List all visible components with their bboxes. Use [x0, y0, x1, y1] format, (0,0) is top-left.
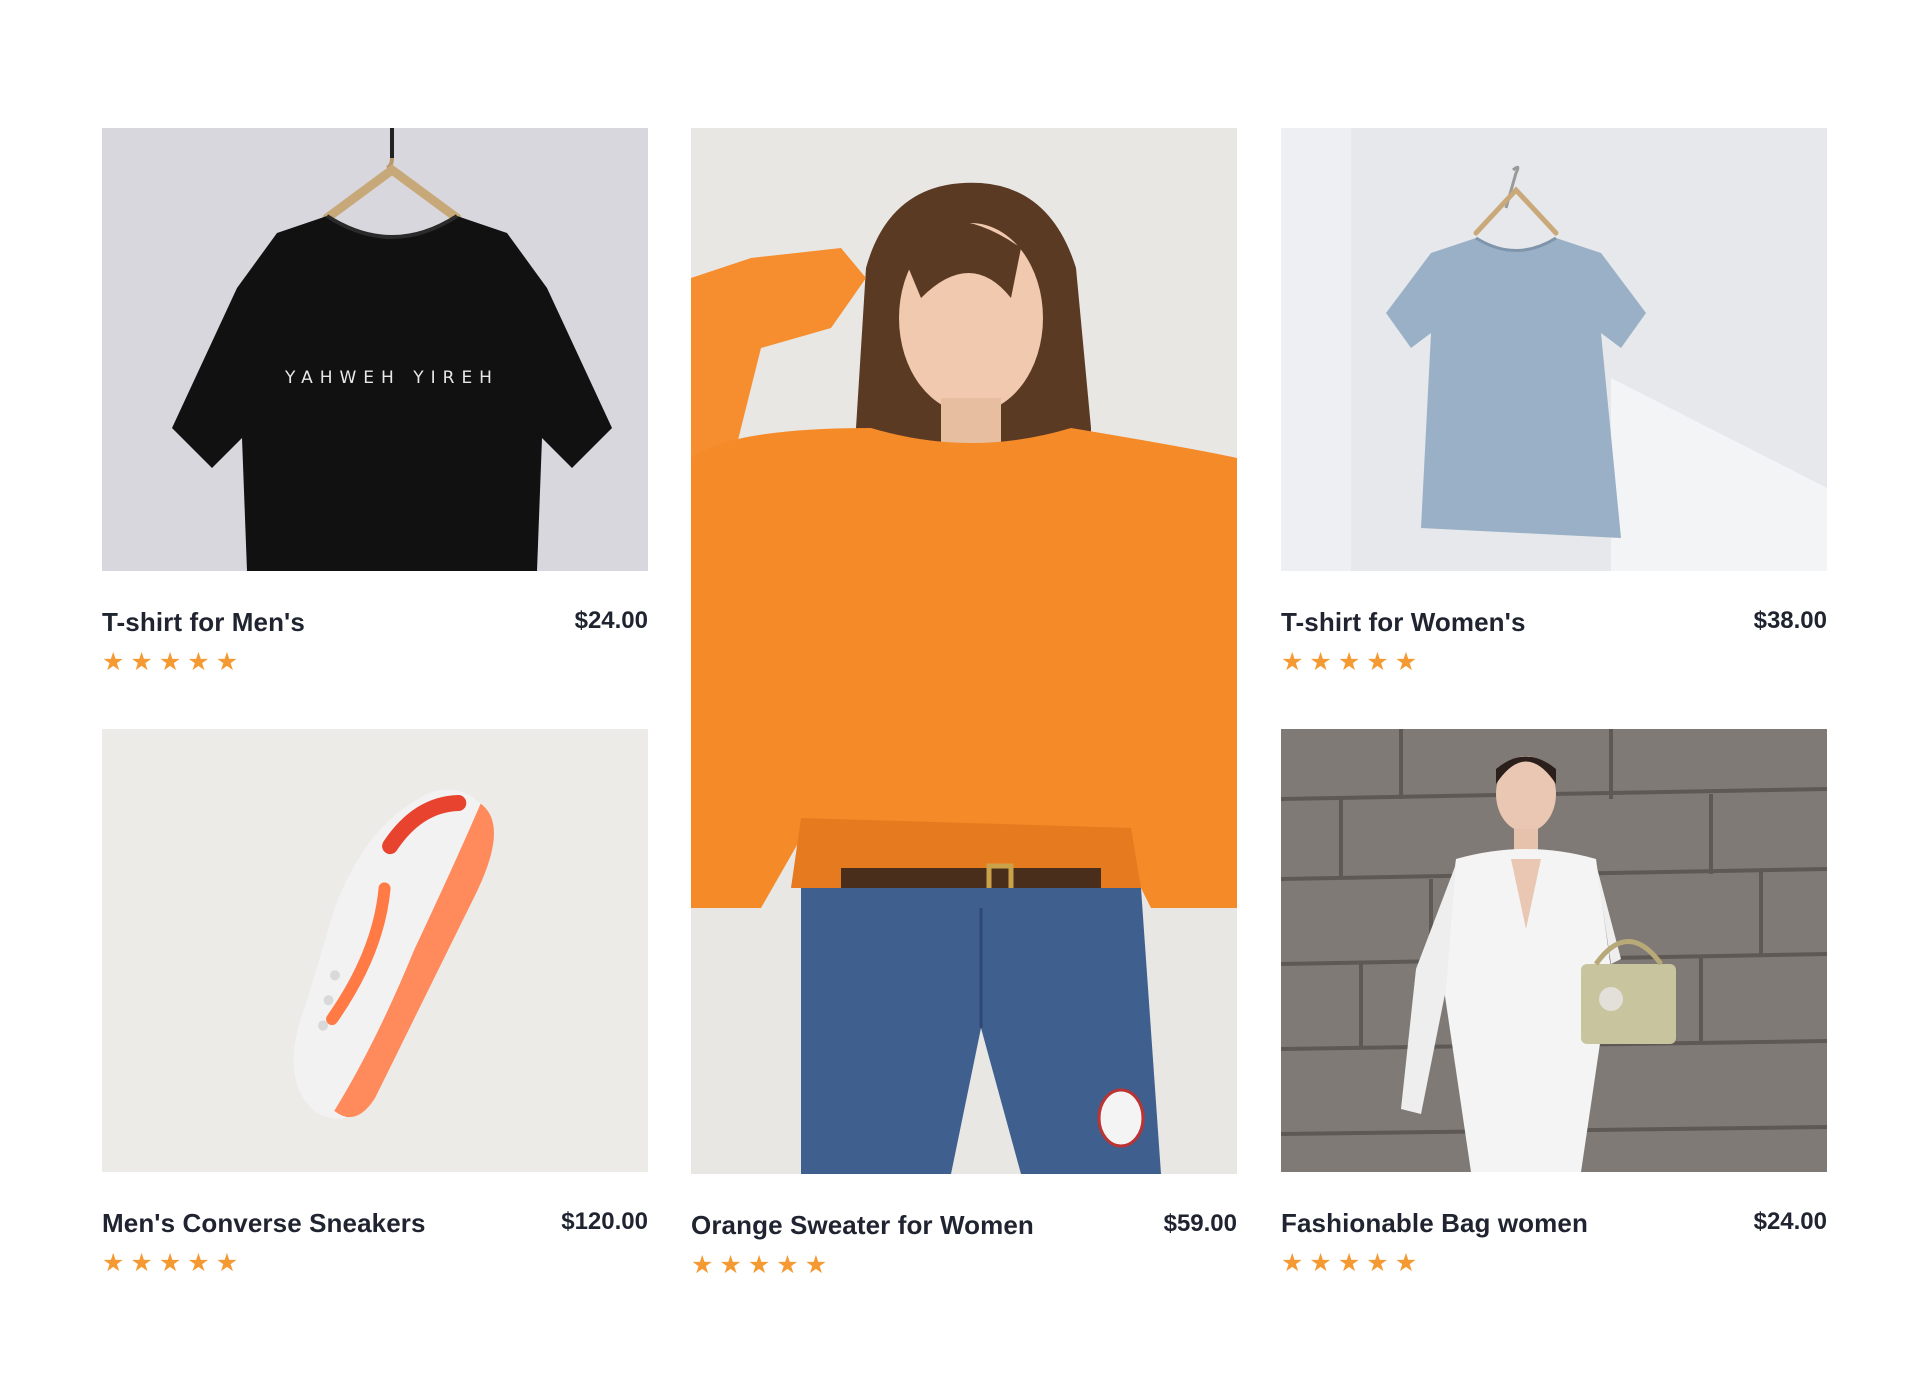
product-image[interactable] — [102, 729, 648, 1172]
star-icon: ★ — [130, 648, 153, 676]
product-card[interactable]: YAHWEH YIREH T-shirt for Men's $24.00 ★ … — [102, 128, 648, 675]
product-price: $59.00 — [1163, 1210, 1237, 1237]
star-icon: ★ — [719, 1251, 742, 1279]
product-price: $120.00 — [561, 1208, 648, 1235]
star-icon: ★ — [1337, 1249, 1361, 1277]
product-image[interactable] — [691, 128, 1237, 1174]
product-price: $38.00 — [1753, 607, 1827, 634]
tshirt-print-text: YAHWEH YIREH — [284, 368, 499, 388]
product-name[interactable]: Orange Sweater for Women — [691, 1210, 1034, 1241]
star-icon: ★ — [1309, 1249, 1332, 1277]
star-icon: ★ — [1394, 1249, 1418, 1277]
product-image[interactable] — [1281, 729, 1827, 1172]
product-name[interactable]: Fashionable Bag women — [1281, 1208, 1588, 1239]
product-card[interactable]: T-shirt for Women's $38.00 ★ ★ ★ ★ ★ — [1281, 128, 1827, 675]
star-icon: ★ — [215, 1249, 239, 1277]
product-name[interactable]: T-shirt for Women's — [1281, 607, 1526, 638]
star-icon: ★ — [691, 1251, 714, 1279]
star-icon: ★ — [1394, 648, 1418, 676]
star-rating: ★ ★ ★ ★ ★ — [102, 1251, 648, 1276]
product-image[interactable]: YAHWEH YIREH — [102, 128, 648, 571]
star-icon: ★ — [130, 1249, 153, 1277]
product-card[interactable]: Fashionable Bag women $24.00 ★ ★ ★ ★ ★ — [1281, 729, 1827, 1276]
product-card[interactable]: Men's Converse Sneakers $120.00 ★ ★ ★ ★ … — [102, 729, 648, 1276]
product-price: $24.00 — [574, 607, 648, 634]
star-icon: ★ — [158, 1249, 182, 1277]
product-price: $24.00 — [1753, 1208, 1827, 1235]
star-icon: ★ — [1366, 1249, 1389, 1277]
star-icon: ★ — [102, 648, 125, 676]
star-rating: ★ ★ ★ ★ ★ — [691, 1253, 1237, 1278]
star-icon: ★ — [215, 648, 239, 676]
star-icon: ★ — [1337, 648, 1361, 676]
star-icon: ★ — [804, 1251, 828, 1279]
star-icon: ★ — [102, 1249, 125, 1277]
star-icon: ★ — [1366, 648, 1389, 676]
star-icon: ★ — [158, 648, 182, 676]
star-icon: ★ — [776, 1251, 799, 1279]
star-rating: ★ ★ ★ ★ ★ — [102, 650, 648, 675]
product-name[interactable]: T-shirt for Men's — [102, 607, 305, 638]
product-image[interactable] — [1281, 128, 1827, 571]
star-icon: ★ — [747, 1251, 771, 1279]
product-name[interactable]: Men's Converse Sneakers — [102, 1208, 426, 1239]
star-rating: ★ ★ ★ ★ ★ — [1281, 1251, 1827, 1276]
product-card[interactable]: Orange Sweater for Women $59.00 ★ ★ ★ ★ … — [691, 128, 1237, 1278]
star-icon: ★ — [187, 648, 210, 676]
star-icon: ★ — [1281, 1249, 1304, 1277]
star-icon: ★ — [1309, 648, 1332, 676]
star-icon: ★ — [187, 1249, 210, 1277]
star-icon: ★ — [1281, 648, 1304, 676]
star-rating: ★ ★ ★ ★ ★ — [1281, 650, 1827, 675]
